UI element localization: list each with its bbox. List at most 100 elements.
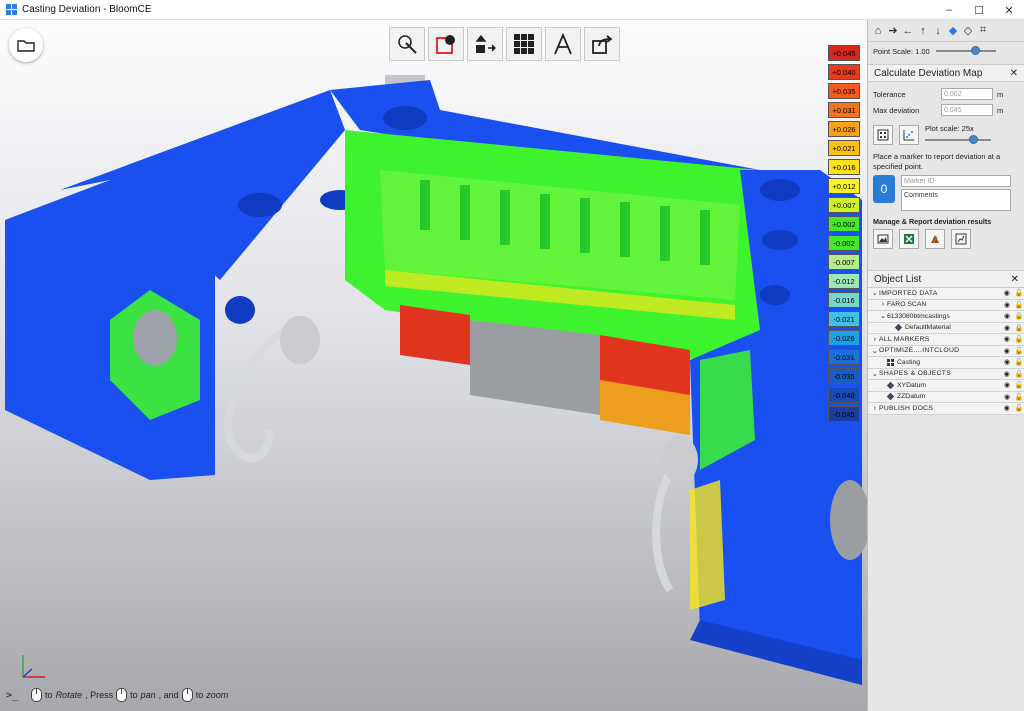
visibility-eye-icon[interactable]: ◉ xyxy=(1001,404,1013,412)
status-text-2: , Press xyxy=(85,690,114,700)
export-chart-button[interactable] xyxy=(951,229,971,249)
minimize-button[interactable]: – xyxy=(934,0,964,20)
legend-cell: -0.016 xyxy=(828,292,860,308)
expand-chevron-icon[interactable]: ⌄ xyxy=(871,289,879,297)
calculate-button[interactable] xyxy=(873,124,893,145)
view-navigation-row: ⌂ ➔ ← ↑ ↓ ◆ ◇ ⌗ xyxy=(868,20,1024,42)
object-list-row[interactable]: ⌄ 6133080btmcastings ◉ 🔒 xyxy=(868,311,1024,323)
point-scale-slider[interactable] xyxy=(935,46,996,56)
object-name: IMPORTED DATA xyxy=(879,289,938,297)
plot-scale-slider[interactable] xyxy=(925,135,991,145)
visibility-eye-icon[interactable]: ◉ xyxy=(1001,324,1013,332)
object-list-row[interactable]: DefaultMaterial ◉ 🔒 xyxy=(868,322,1024,334)
export-excel-button[interactable] xyxy=(899,229,919,249)
object-cube-icon xyxy=(894,324,903,332)
folder-icon xyxy=(17,40,35,52)
max-deviation-row: Max deviation 0.045 m xyxy=(868,102,1024,118)
maximize-button[interactable]: ☐ xyxy=(964,0,994,20)
plot-button[interactable] xyxy=(899,124,919,145)
tolerance-input[interactable]: 0.002 xyxy=(941,88,993,100)
lock-icon[interactable]: 🔒 xyxy=(1013,324,1024,332)
visibility-eye-icon[interactable]: ◉ xyxy=(1001,358,1013,366)
expand-chevron-icon[interactable]: › xyxy=(871,336,879,343)
visibility-eye-icon[interactable]: ◉ xyxy=(1001,335,1013,343)
object-list-row[interactable]: ⌄ SHAPES & OBJECTS ◉ 🔓 xyxy=(868,368,1024,380)
export-button[interactable] xyxy=(584,27,620,61)
object-cube-icon xyxy=(886,381,895,389)
object-list-row[interactable]: ⌄ OPTIMIZE....INTCLOUD ◉ 🔓 xyxy=(868,345,1024,357)
object-list-row[interactable]: › PUBLISH DOCS ◉ 🔓 xyxy=(868,403,1024,415)
pointcloud-grid-icon xyxy=(887,358,894,366)
point-scale-slider-thumb[interactable] xyxy=(971,46,981,55)
unlock-icon[interactable]: 🔓 xyxy=(1013,370,1024,378)
cube-wire-icon[interactable]: ◇ xyxy=(962,24,974,38)
unlock-icon[interactable]: 🔓 xyxy=(1013,393,1024,401)
visibility-eye-icon[interactable]: ◉ xyxy=(1001,393,1013,401)
visibility-eye-icon[interactable]: ◉ xyxy=(1001,289,1013,297)
expand-chevron-icon[interactable]: › xyxy=(871,405,879,412)
legend-cell: +0.026 xyxy=(828,121,860,137)
calc-close-icon[interactable]: ✕ xyxy=(1010,68,1018,79)
visibility-eye-icon[interactable]: ◉ xyxy=(1001,347,1013,355)
clip-box-button[interactable] xyxy=(428,27,464,61)
visibility-eye-icon[interactable]: ◉ xyxy=(1001,312,1013,320)
cube-solid-icon[interactable]: ◆ xyxy=(947,24,959,38)
unlock-icon[interactable]: 🔓 xyxy=(1013,301,1024,309)
unlock-icon[interactable]: 🔓 xyxy=(1013,289,1024,297)
object-list-row[interactable]: ⌄ IMPORTED DATA ◉ 🔓 xyxy=(868,288,1024,300)
status-rotate: Rotate xyxy=(55,690,83,700)
casting-deviation-model[interactable] xyxy=(0,20,867,711)
object-list-row[interactable]: › ALL MARKERS ◉ 🔓 xyxy=(868,334,1024,346)
unlock-icon[interactable]: 🔓 xyxy=(1013,404,1024,412)
marker-id-input[interactable]: Marker ID xyxy=(901,175,1011,187)
object-list-title: Object List xyxy=(874,273,922,285)
max-deviation-input[interactable]: 0.045 xyxy=(941,104,993,116)
unlock-icon[interactable]: 🔓 xyxy=(1013,381,1024,389)
unlock-icon[interactable]: 🔓 xyxy=(1013,358,1024,366)
console-prompt-icon[interactable]: >_ xyxy=(6,690,18,701)
object-list-row[interactable]: XYDatum ◉ 🔓 xyxy=(868,380,1024,392)
object-list-row[interactable]: › FARO SCAN ◉ 🔓 xyxy=(868,299,1024,311)
visibility-eye-icon[interactable]: ◉ xyxy=(1001,370,1013,378)
arrow-right-icon[interactable]: ➔ xyxy=(887,24,899,38)
object-list-header: Object List ✕ xyxy=(868,270,1024,288)
transform-button[interactable] xyxy=(467,27,503,61)
3d-viewport[interactable]: +0.045 +0.040 +0.035 +0.031 +0.026 +0.021 +0.0… xyxy=(0,20,867,711)
export-image-button[interactable] xyxy=(873,229,893,249)
visibility-eye-icon[interactable]: ◉ xyxy=(1001,301,1013,309)
close-window-button[interactable]: ✕ xyxy=(994,0,1024,20)
chart-export-icon xyxy=(955,233,967,245)
status-zoom: zoom xyxy=(206,690,229,700)
object-list-row[interactable]: Casting ◉ 🔓 xyxy=(868,357,1024,369)
unlock-icon[interactable]: 🔓 xyxy=(1013,335,1024,343)
view-toolbar xyxy=(389,27,620,61)
visibility-eye-icon[interactable]: ◉ xyxy=(1001,381,1013,389)
select-tool-button[interactable] xyxy=(389,27,425,61)
expand-chevron-icon[interactable]: ⌄ xyxy=(879,312,887,320)
home-icon[interactable]: ⌂ xyxy=(872,24,884,38)
arrow-up-icon[interactable]: ↑ xyxy=(917,24,929,38)
arrow-down-icon[interactable]: ↓ xyxy=(932,24,944,38)
status-text-4: , and xyxy=(158,690,179,700)
window-controls: – ☐ ✕ xyxy=(934,0,1024,20)
object-list-row[interactable]: ZZDatum ◉ 🔓 xyxy=(868,391,1024,403)
max-deviation-unit: m xyxy=(997,105,1004,115)
arrow-left-icon[interactable]: ← xyxy=(902,24,914,38)
export-pdf-button[interactable] xyxy=(925,229,945,249)
lock-icon[interactable]: 🔒 xyxy=(1013,312,1024,320)
unlock-icon[interactable]: 🔓 xyxy=(1013,347,1024,355)
marker-pin-icon[interactable]: 0 xyxy=(873,175,895,203)
expand-chevron-icon[interactable]: › xyxy=(879,301,887,308)
deviation-color-legend: +0.045 +0.040 +0.035 +0.031 +0.026 +0.021 +0.0… xyxy=(828,45,860,422)
grid-button[interactable] xyxy=(506,27,542,61)
object-name: DefaultMaterial xyxy=(905,324,951,332)
comments-input[interactable]: Comments xyxy=(901,189,1011,211)
middle-mouse-icon xyxy=(116,688,128,702)
expand-chevron-icon[interactable]: ⌄ xyxy=(871,347,879,355)
expand-chevron-icon[interactable]: ⌄ xyxy=(871,370,879,378)
open-folder-button[interactable] xyxy=(9,28,43,62)
crop-icon[interactable]: ⌗ xyxy=(977,24,989,38)
object-list-close-icon[interactable]: ✕ xyxy=(1011,274,1019,285)
measure-button[interactable] xyxy=(545,27,581,61)
plot-scale-slider-thumb[interactable] xyxy=(969,135,979,144)
